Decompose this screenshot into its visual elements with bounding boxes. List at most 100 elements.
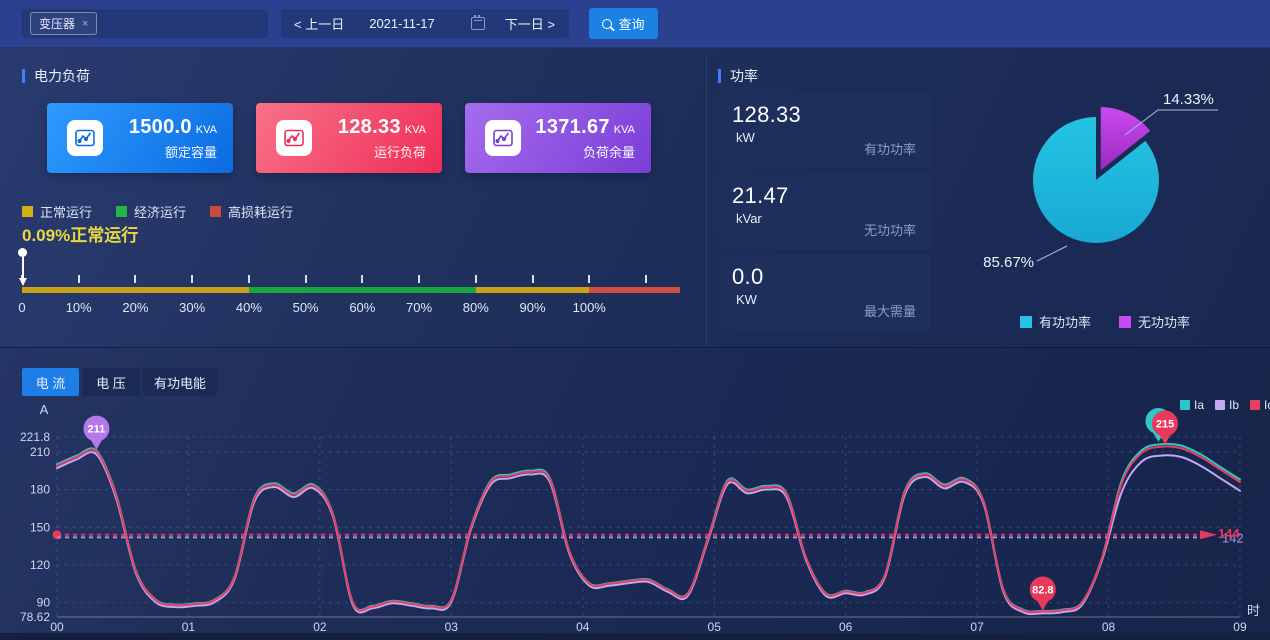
chart-line-icon <box>67 120 103 156</box>
pie-label-active: 85.67% <box>983 254 1034 271</box>
load-margin-value: 1371.67 <box>535 116 609 138</box>
max-demand-label: 最大需量 <box>864 301 916 320</box>
tab-voltage[interactable]: 电 压 <box>82 368 140 396</box>
top-bar: 变压器 × < 上一日 2021-11-17 下一日 > 查询 <box>0 0 1270 48</box>
run-status-legend: 正常运行 经济运行 高损耗运行 <box>22 202 293 221</box>
ic-label: Ic <box>1264 398 1270 412</box>
gauge-segment <box>22 287 249 293</box>
gauge-tick-label: 60% <box>349 300 375 315</box>
vertical-divider <box>706 56 707 345</box>
power-title-text: 功率 <box>730 66 758 86</box>
legend-high-loss-run: 高损耗运行 <box>210 202 293 221</box>
legend-normal-run: 正常运行 <box>22 202 92 221</box>
gauge-segment <box>476 287 589 293</box>
gauge-tick-label: 100% <box>573 300 606 315</box>
search-icon <box>602 19 612 29</box>
reactive-power-label: 无功功率 <box>864 220 916 239</box>
legend-ib[interactable]: Ib <box>1215 398 1239 412</box>
high-loss-run-label: 高损耗运行 <box>228 202 293 221</box>
gauge-segment <box>249 287 476 293</box>
date-picker[interactable]: < 上一日 2021-11-17 下一日 > <box>281 9 569 38</box>
gauge-tick <box>248 275 250 283</box>
bottom-strip <box>0 633 1270 640</box>
gauge-tick-label: 90% <box>520 300 546 315</box>
ia-label: Ia <box>1194 398 1204 412</box>
gauge-pointer <box>18 248 27 288</box>
next-day-button[interactable]: 下一日 > <box>505 14 555 33</box>
gauge-tick-label: 0 <box>18 300 25 315</box>
trend-legend: Ia Ib Ic <box>1180 398 1270 412</box>
ib-label: Ib <box>1229 398 1239 412</box>
rated-capacity-value: 1500.0 <box>129 116 192 138</box>
gauge-tick <box>305 275 307 283</box>
pie-legend-active-power[interactable]: 有功功率 <box>1020 312 1091 331</box>
power-pie-chart: 14.33% 85.67% <box>950 58 1270 343</box>
gauge-tick <box>475 275 477 283</box>
economic-run-label: 经济运行 <box>134 202 186 221</box>
economic-run-swatch <box>116 206 127 217</box>
gauge-tick <box>588 275 590 283</box>
gauge-tick <box>134 275 136 283</box>
load-rate-gauge: 010%20%30%40%50%60%70%80%90%100% <box>22 248 680 314</box>
active-power-stat: 128.33 kW 有功功率 <box>718 92 930 168</box>
normal-run-swatch <box>22 206 33 217</box>
legend-ia[interactable]: Ia <box>1180 398 1204 412</box>
current-status-text: 0.09%正常运行 <box>22 221 138 246</box>
trend-panel: 电 流 电 压 有功电能 Ia Ib Ic <box>0 348 1270 633</box>
tag-remove-icon[interactable]: × <box>82 18 88 30</box>
gauge-tick <box>191 275 193 283</box>
tab-active-energy[interactable]: 有功电能 <box>143 368 217 396</box>
load-margin-label: 负荷余量 <box>535 142 635 161</box>
power-load-title: 电力负荷 <box>22 66 90 86</box>
gauge-tick-label: 30% <box>179 300 205 315</box>
running-load-value: 128.33 <box>338 116 401 138</box>
running-load-label: 运行负荷 <box>338 142 426 161</box>
running-load-card: 128.33KVA 运行负荷 <box>256 103 442 173</box>
gauge-tick <box>532 275 534 283</box>
ic-swatch <box>1250 400 1260 410</box>
ia-swatch <box>1180 400 1190 410</box>
gauge-tick-label: 80% <box>463 300 489 315</box>
gauge-segment <box>589 287 680 293</box>
max-demand-stat: 0.0 KW 最大需量 <box>718 254 930 330</box>
power-load-title-text: 电力负荷 <box>34 66 90 86</box>
device-tag[interactable]: 变压器 × <box>30 12 97 35</box>
reactive-power-value: 21.47 <box>732 183 916 209</box>
active-power-label: 有功功率 <box>864 139 916 158</box>
pie-label-reactive: 14.33% <box>1163 91 1214 108</box>
dashboard: 变压器 × < 上一日 2021-11-17 下一日 > 查询 电力负荷 <box>0 0 1270 640</box>
active-power-value: 128.33 <box>732 102 916 128</box>
chart-line-icon <box>485 120 521 156</box>
reactive-power-stat: 21.47 kVar 无功功率 <box>718 173 930 249</box>
ib-swatch <box>1215 400 1225 410</box>
pie-legend-reactive-power[interactable]: 无功功率 <box>1119 312 1190 331</box>
gauge-tick <box>418 275 420 283</box>
gauge-tick <box>78 275 80 283</box>
rated-capacity-label: 额定容量 <box>129 142 217 161</box>
gauge-tick <box>645 275 647 283</box>
chart-line-icon <box>276 120 312 156</box>
gauge-tick <box>361 275 363 283</box>
pie-legend-active-label: 有功功率 <box>1039 312 1091 331</box>
device-select[interactable]: 变压器 × <box>22 9 268 38</box>
gauge-tick-label: 40% <box>236 300 262 315</box>
gauge-tick-label: 50% <box>293 300 319 315</box>
tab-current[interactable]: 电 流 <box>22 368 79 396</box>
legend-ic[interactable]: Ic <box>1250 398 1270 412</box>
prev-day-button[interactable]: < 上一日 <box>294 14 344 33</box>
power-title: 功率 <box>718 66 758 86</box>
load-margin-unit: KVA <box>614 124 635 136</box>
device-tag-label: 变压器 <box>39 15 75 32</box>
active-power-swatch <box>1020 316 1032 328</box>
calendar-icon[interactable] <box>471 17 485 30</box>
date-value[interactable]: 2021-11-17 <box>369 16 435 31</box>
search-button-label: 查询 <box>618 14 644 33</box>
search-button[interactable]: 查询 <box>589 8 658 39</box>
high-loss-run-swatch <box>210 206 221 217</box>
pie-legend: 有功功率 无功功率 <box>1020 312 1190 331</box>
gauge-tick-label: 10% <box>66 300 92 315</box>
max-demand-value: 0.0 <box>732 264 916 290</box>
legend-economic-run: 经济运行 <box>116 202 186 221</box>
gauge-bar <box>22 287 680 293</box>
reactive-power-swatch <box>1119 316 1131 328</box>
